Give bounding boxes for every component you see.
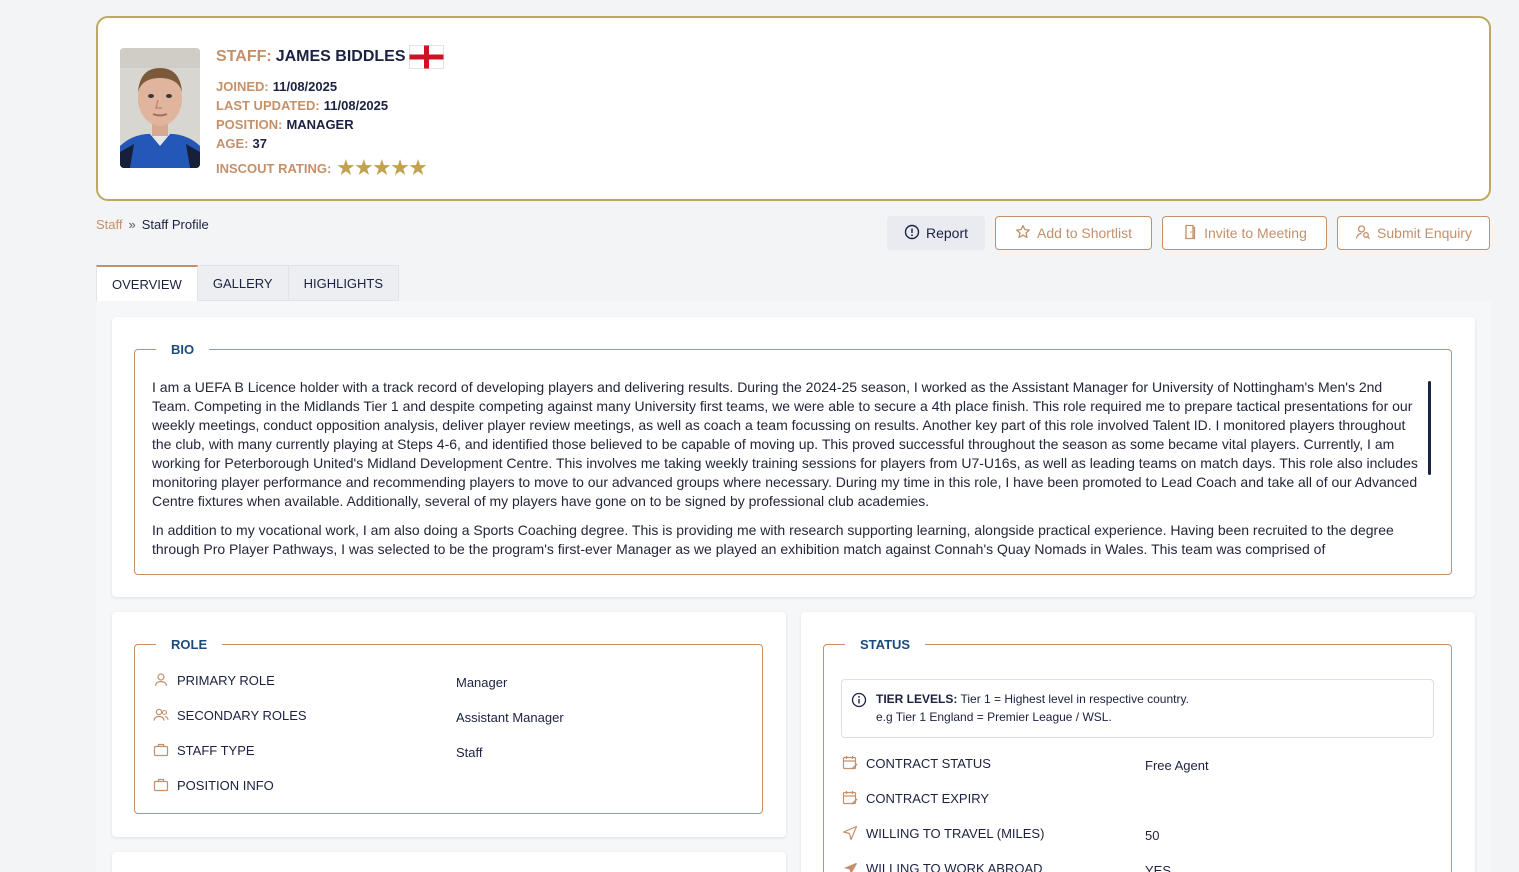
primary-role-label: PRIMARY ROLE [177, 672, 275, 688]
tier-levels-label: TIER LEVELS: [876, 692, 958, 706]
travel-row: WILLING TO TRAVEL (MILES) [842, 825, 1044, 841]
role-fieldset: ROLE PRIMARY ROLE Manager SECONDARY ROLE… [134, 637, 763, 814]
enquiry-label: Submit Enquiry [1377, 225, 1472, 241]
briefcase-icon [153, 777, 169, 793]
breadcrumb: Staff » Staff Profile [96, 217, 209, 232]
bio-paragraph: I am a UEFA B Licence holder with a trac… [152, 379, 1418, 509]
updated-row: LAST UPDATED: 11/08/2025 [216, 96, 444, 115]
bio-scrollbar[interactable] [1428, 381, 1431, 475]
profile-tabs: OVERVIEW GALLERY HIGHLIGHTS [96, 265, 400, 301]
plane-icon [842, 860, 858, 872]
star-outline-icon [1015, 224, 1031, 243]
alert-circle-icon [904, 224, 920, 243]
bio-fieldset: BIO I am a UEFA B Licence holder with a … [134, 342, 1452, 575]
contract-status-row: CONTRACT STATUS [842, 755, 991, 771]
additional-panel [112, 852, 786, 872]
updated-value: 11/08/2025 [323, 98, 389, 113]
star-icon: ★ [373, 158, 391, 179]
profile-card: STAFF: JAMES BIDDLES JOINED: 11/08/2025 L… [96, 16, 1491, 201]
tier-levels-text: Tier 1 = Highest level in respective cou… [960, 692, 1189, 706]
star-icon: ★ [337, 158, 355, 179]
name-label: STAFF: [216, 48, 272, 65]
breadcrumb-separator: » [128, 217, 136, 232]
joined-value: 11/08/2025 [272, 79, 338, 94]
travel-label: WILLING TO TRAVEL (MILES) [866, 825, 1045, 841]
users-icon [153, 707, 169, 723]
submit-enquiry-button[interactable]: Submit Enquiry [1337, 216, 1490, 250]
abroad-value: YES [1145, 863, 1172, 872]
position-label: POSITION: [216, 117, 283, 132]
abroad-row: WILLING TO WORK ABROAD [842, 860, 1043, 872]
rating-row: INSCOUT RATING: ★ ★ ★ ★ ★ [216, 159, 444, 178]
age-value: 37 [252, 136, 267, 151]
rating-label: INSCOUT RATING: [216, 161, 332, 176]
tier-levels-line: TIER LEVELS: Tier 1 = Highest level in r… [876, 692, 1189, 706]
staff-name: JAMES BIDDLES [275, 48, 406, 65]
user-search-icon [1355, 224, 1371, 243]
report-button[interactable]: Report [887, 216, 985, 250]
position-info-row: POSITION INFO [153, 777, 274, 793]
profile-info: STAFF: JAMES BIDDLES JOINED: 11/08/2025 L… [216, 45, 445, 178]
staff-type-value: Staff [456, 745, 483, 760]
contract-status-label: CONTRACT STATUS [866, 755, 991, 771]
status-title: STATUS [845, 637, 926, 653]
bio-panel: BIO I am a UEFA B Licence holder with a … [112, 317, 1475, 597]
status-fieldset: STATUS TIER LEVELS: Tier 1 = Highest lev… [823, 637, 1452, 872]
rating-stars: ★ ★ ★ ★ ★ [337, 159, 427, 178]
updated-label: LAST UPDATED: [216, 98, 320, 113]
breadcrumb-staff-link[interactable]: Staff [96, 217, 123, 232]
door-icon [1182, 224, 1198, 243]
invite-to-meeting-button[interactable]: Invite to Meeting [1162, 216, 1327, 250]
tab-gallery[interactable]: GALLERY [197, 265, 289, 301]
travel-value: 50 [1145, 828, 1160, 843]
bio-text[interactable]: I am a UEFA B Licence holder with a trac… [152, 378, 1422, 574]
position-info-label: POSITION INFO [177, 777, 274, 793]
star-icon: ★ [355, 158, 373, 179]
calendar-edit-icon [842, 790, 858, 806]
primary-role-value: Manager [456, 675, 508, 690]
meeting-label: Invite to Meeting [1204, 225, 1307, 241]
role-title: ROLE [156, 637, 223, 653]
tier-levels-example: e.g Tier 1 England = Premier League / WS… [876, 710, 1112, 724]
role-panel: ROLE PRIMARY ROLE Manager SECONDARY ROLE… [112, 612, 786, 837]
tab-content: BIO I am a UEFA B Licence holder with a … [96, 301, 1491, 872]
abroad-label: WILLING TO WORK ABROAD [866, 860, 1043, 872]
briefcase-icon [153, 742, 169, 758]
calendar-edit-icon [842, 755, 858, 771]
joined-label: JOINED: [216, 79, 269, 94]
bio-paragraph: In addition to my vocational work, I am … [152, 522, 1394, 557]
secondary-roles-row: SECONDARY ROLES [153, 707, 307, 723]
tab-overview[interactable]: OVERVIEW [96, 265, 198, 301]
primary-role-row: PRIMARY ROLE [153, 672, 275, 688]
staff-type-row: STAFF TYPE [153, 742, 255, 758]
breadcrumb-current: Staff Profile [141, 217, 209, 232]
shortlist-label: Add to Shortlist [1037, 225, 1132, 241]
navigation-icon [842, 825, 858, 841]
age-label: AGE: [216, 136, 249, 151]
contract-expiry-row: CONTRACT EXPIRY [842, 790, 989, 806]
bio-title: BIO [156, 342, 210, 358]
report-label: Report [925, 225, 969, 241]
tab-highlights[interactable]: HIGHLIGHTS [288, 265, 400, 301]
info-icon [851, 692, 867, 708]
position-value: MANAGER [286, 117, 354, 132]
status-panel: STATUS TIER LEVELS: Tier 1 = Highest lev… [801, 612, 1475, 872]
position-row: POSITION: MANAGER [216, 115, 444, 134]
star-icon: ★ [391, 158, 409, 179]
joined-row: JOINED: 11/08/2025 [216, 77, 444, 96]
age-row: AGE: 37 [216, 134, 444, 153]
flag-england-icon [409, 45, 445, 69]
add-to-shortlist-button[interactable]: Add to Shortlist [995, 216, 1152, 250]
avatar [120, 48, 200, 168]
contract-expiry-label: CONTRACT EXPIRY [866, 790, 990, 806]
tier-levels-info: TIER LEVELS: Tier 1 = Highest level in r… [841, 679, 1434, 738]
name-line: STAFF: JAMES BIDDLES [216, 45, 445, 69]
contract-status-value: Free Agent [1145, 758, 1209, 773]
secondary-roles-value: Assistant Manager [456, 710, 564, 725]
staff-type-label: STAFF TYPE [177, 742, 255, 758]
secondary-roles-label: SECONDARY ROLES [177, 707, 307, 723]
user-icon [153, 672, 169, 688]
star-icon: ★ [409, 158, 427, 179]
